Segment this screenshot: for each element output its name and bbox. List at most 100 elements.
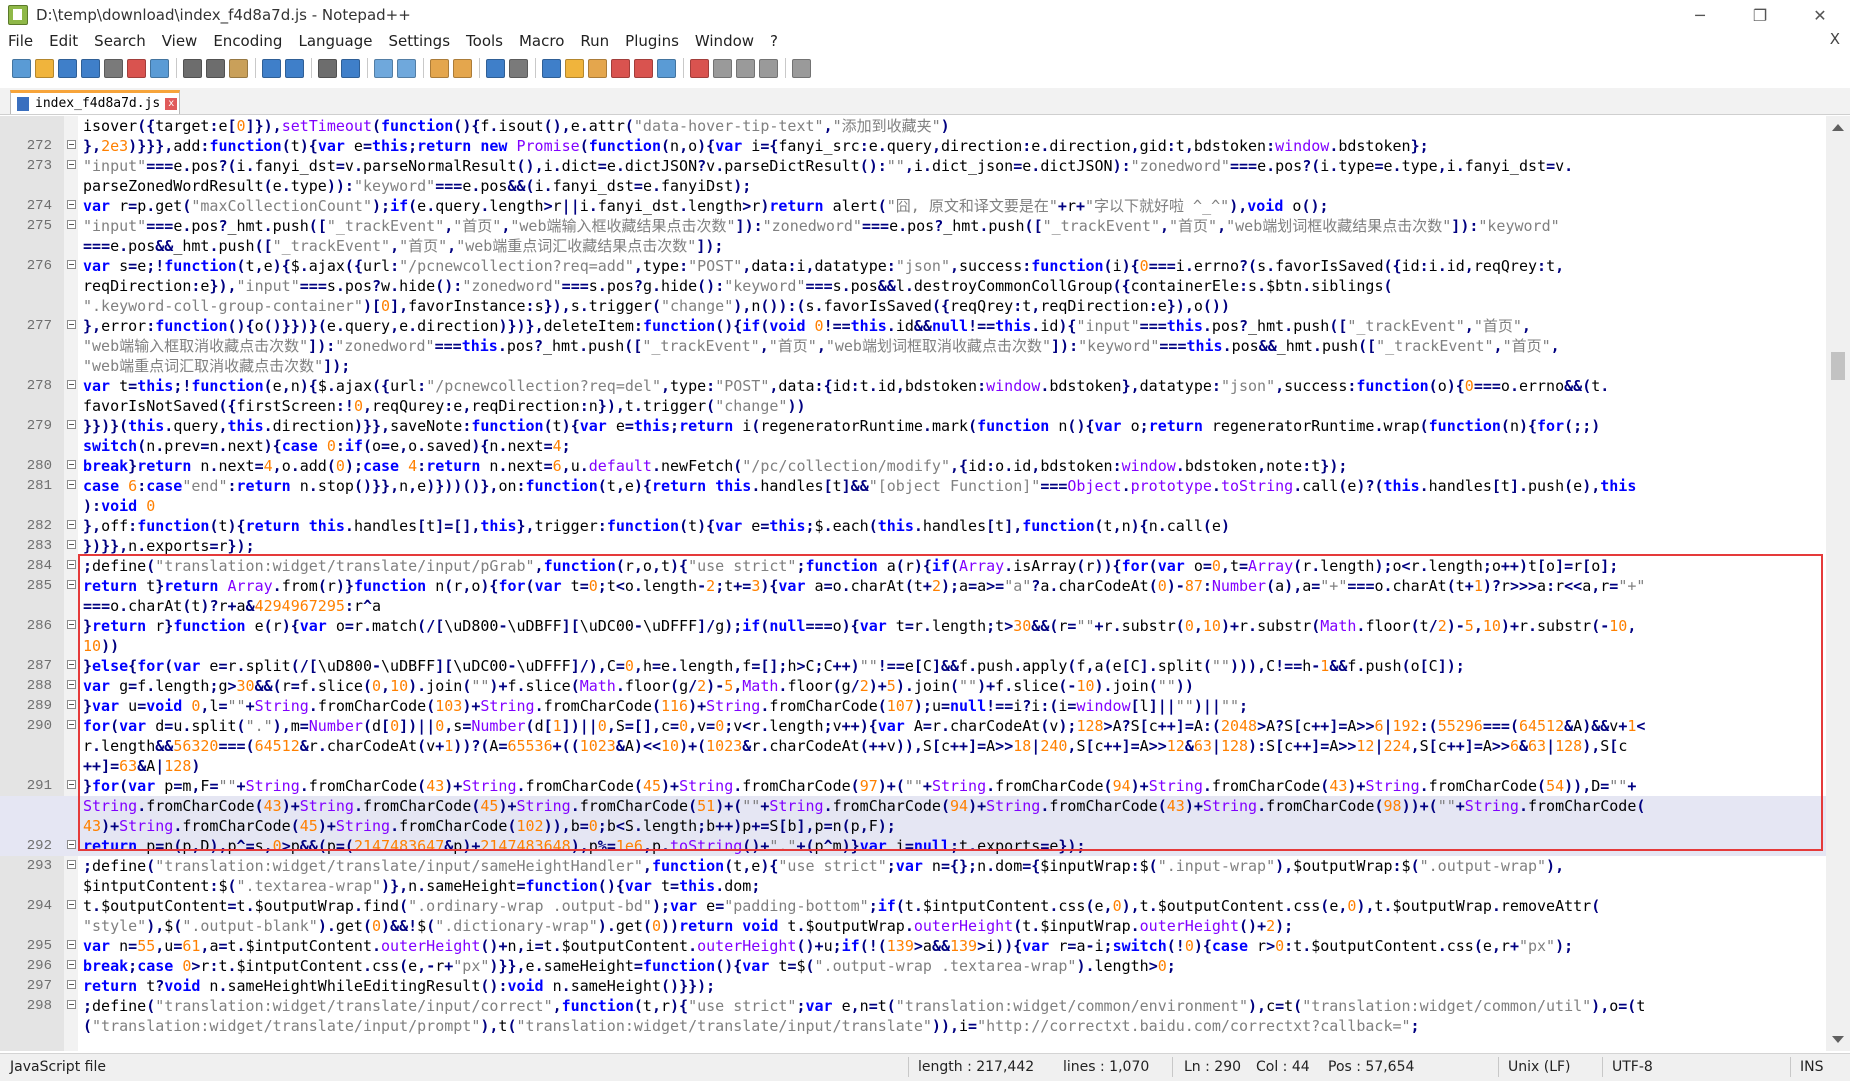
code-line[interactable]: 282},off:function(t){return this.handles… — [0, 516, 1826, 536]
fold-toggle-icon[interactable] — [67, 560, 76, 569]
fold-toggle-icon[interactable] — [67, 540, 76, 549]
function-list-icon[interactable] — [611, 58, 630, 78]
menu-view[interactable]: View — [154, 32, 206, 50]
menu-run[interactable]: Run — [572, 32, 617, 50]
scrollbar-thumb[interactable] — [1831, 352, 1845, 380]
menu-language[interactable]: Language — [290, 32, 380, 50]
code-line[interactable]: 291}for(var p=m,F=""+String.fromCharCode… — [0, 776, 1826, 796]
fold-toggle-icon[interactable] — [67, 840, 76, 849]
minimize-button[interactable]: ─ — [1670, 0, 1730, 30]
folder-workspace-icon[interactable] — [634, 58, 653, 78]
code-line[interactable]: 280 break}return n.next=4,o.add(0);case 4… — [0, 456, 1826, 476]
paste-icon[interactable] — [229, 58, 248, 78]
fold-toggle-icon[interactable] — [67, 260, 76, 269]
code-line[interactable]: "web端重点词汇取消收藏点击次数"]); — [0, 356, 1826, 376]
fold-toggle-icon[interactable] — [67, 780, 76, 789]
code-line[interactable]: 294 t.$outputContent=t.$outputWrap.find("… — [0, 896, 1826, 916]
find-icon[interactable] — [318, 58, 337, 78]
fold-toggle-icon[interactable] — [67, 980, 76, 989]
fold-toggle-icon[interactable] — [67, 580, 76, 589]
menu-encoding[interactable]: Encoding — [205, 32, 290, 50]
code-line[interactable]: 277},error:function(){o()}})}(e.query,e.… — [0, 316, 1826, 336]
zoom-out-icon[interactable] — [397, 58, 416, 78]
save-all-icon[interactable] — [81, 58, 100, 78]
code-line[interactable]: "web端输入框取消收藏点击次数"]):"zonedword"===this.p… — [0, 336, 1826, 356]
cut-icon[interactable] — [183, 58, 202, 78]
code-line[interactable]: 281 case 6:case"end":return n.stop()}},n,… — [0, 476, 1826, 496]
menu-file[interactable]: File — [0, 32, 41, 50]
fold-toggle-icon[interactable] — [67, 860, 76, 869]
play-macro-icon[interactable] — [736, 58, 755, 78]
fold-toggle-icon[interactable] — [67, 380, 76, 389]
code-line[interactable]: 43)+String.fromCharCode(45)+String.fromC… — [0, 816, 1826, 836]
code-line[interactable]: ".keyword-coll-group-container")[0],favo… — [0, 296, 1826, 316]
tab-close-icon[interactable]: x — [165, 97, 178, 110]
fold-toggle-icon[interactable] — [67, 900, 76, 909]
zoom-in-icon[interactable] — [374, 58, 393, 78]
fold-toggle-icon[interactable] — [67, 720, 76, 729]
code-line[interactable]: 289}var u=void 0,l=""+String.fromCharCod… — [0, 696, 1826, 716]
stop-macro-icon[interactable] — [713, 58, 732, 78]
code-line[interactable]: 292 return p=n(p,D),p^=s,0>p&&(p=(2147483… — [0, 836, 1826, 856]
code-line[interactable]: favorIsNotSaved({firstScreen:!0,reqQurey… — [0, 396, 1826, 416]
fold-toggle-icon[interactable] — [67, 220, 76, 229]
replace-icon[interactable] — [341, 58, 360, 78]
fold-toggle-icon[interactable] — [67, 700, 76, 709]
save-macro-icon[interactable] — [792, 58, 811, 78]
fold-toggle-icon[interactable] — [67, 200, 76, 209]
code-line[interactable]: 296 break;case 0>r:t.$intputContent.css(e… — [0, 956, 1826, 976]
scroll-down-arrow-icon[interactable] — [1832, 1036, 1844, 1043]
monitor-icon[interactable] — [657, 58, 676, 78]
code-line[interactable]: 279}})}(this.query,this.direction)}},sav… — [0, 416, 1826, 436]
fold-toggle-icon[interactable] — [67, 1000, 76, 1009]
code-line[interactable]: 274 var r=p.get("maxCollectionCount");if(… — [0, 196, 1826, 216]
code-line[interactable]: 10)) — [0, 636, 1826, 656]
close-icon[interactable] — [104, 58, 123, 78]
code-line[interactable]: 288 var g=f.length;g>30&&(r=f.slice(0,10)… — [0, 676, 1826, 696]
fold-toggle-icon[interactable] — [67, 940, 76, 949]
record-macro-icon[interactable] — [690, 58, 709, 78]
menu-macro[interactable]: Macro — [511, 32, 572, 50]
new-file-icon[interactable] — [12, 58, 31, 78]
code-line[interactable]: 275 "input"===e.pos?_hmt.push(["_trackEve… — [0, 216, 1826, 236]
code-line[interactable]: ++]=63&A|128) — [0, 756, 1826, 776]
redo-icon[interactable] — [285, 58, 304, 78]
close-button[interactable]: ✕ — [1790, 0, 1850, 30]
code-line[interactable]: 273 "input"===e.pos?(i.fanyi_dst=v.parseN… — [0, 156, 1826, 176]
code-line[interactable]: 283})}},n.exports=r}); — [0, 536, 1826, 556]
menu-plugins[interactable]: Plugins — [617, 32, 687, 50]
code-line[interactable]: 272},2e3)}}},add:function(t){var e=this;… — [0, 136, 1826, 156]
fold-toggle-icon[interactable] — [67, 420, 76, 429]
menu-settings[interactable]: Settings — [381, 32, 459, 50]
code-line[interactable]: 276 var s=e;!function(t,e){$.ajax({url:"/… — [0, 256, 1826, 276]
doc-map-icon[interactable] — [588, 58, 607, 78]
fold-toggle-icon[interactable] — [67, 320, 76, 329]
code-line[interactable]: isover({target:e[0]}),setTimeout(functio… — [0, 116, 1826, 136]
run-macro-icon[interactable] — [759, 58, 778, 78]
print-icon[interactable] — [150, 58, 169, 78]
fold-toggle-icon[interactable] — [67, 620, 76, 629]
code-line[interactable]: switch(n.prev=n.next){case 0:if(o=e,o.sa… — [0, 436, 1826, 456]
code-line[interactable]: $intputContent:$(".textarea-wrap")},n.sa… — [0, 876, 1826, 896]
udl-icon[interactable] — [565, 58, 584, 78]
code-line[interactable]: ===o.charAt(t)?r+a&4294967295:r^a — [0, 596, 1826, 616]
fold-toggle-icon[interactable] — [67, 140, 76, 149]
copy-icon[interactable] — [206, 58, 225, 78]
sync-vertical-icon[interactable] — [430, 58, 449, 78]
code-line[interactable]: 284 ;define("translation:widget/translate… — [0, 556, 1826, 576]
code-line[interactable]: 293 ;define("translation:widget/translate… — [0, 856, 1826, 876]
code-line[interactable]: reqDirection:e}),"input"===s.pos?w.hide(… — [0, 276, 1826, 296]
fold-toggle-icon[interactable] — [67, 960, 76, 969]
all-characters-icon[interactable] — [509, 58, 528, 78]
code-line[interactable]: 290 for(var d=u.split("."),m=Number(d[0])… — [0, 716, 1826, 736]
code-line[interactable]: 285 return t}return Array.from(r)}functio… — [0, 576, 1826, 596]
code-line[interactable]: ===e.pos&&_hmt.push(["_trackEvent","首页",… — [0, 236, 1826, 256]
fold-toggle-icon[interactable] — [67, 520, 76, 529]
fold-toggle-icon[interactable] — [67, 480, 76, 489]
fold-toggle-icon[interactable] — [67, 460, 76, 469]
code-line[interactable]: 278 var t=this;!function(e,n){$.ajax({url… — [0, 376, 1826, 396]
document-close-icon[interactable]: X — [1830, 30, 1840, 48]
fold-toggle-icon[interactable] — [67, 160, 76, 169]
open-file-icon[interactable] — [35, 58, 54, 78]
code-line[interactable]: 286}return r}function e(r){var o=r.match… — [0, 616, 1826, 636]
